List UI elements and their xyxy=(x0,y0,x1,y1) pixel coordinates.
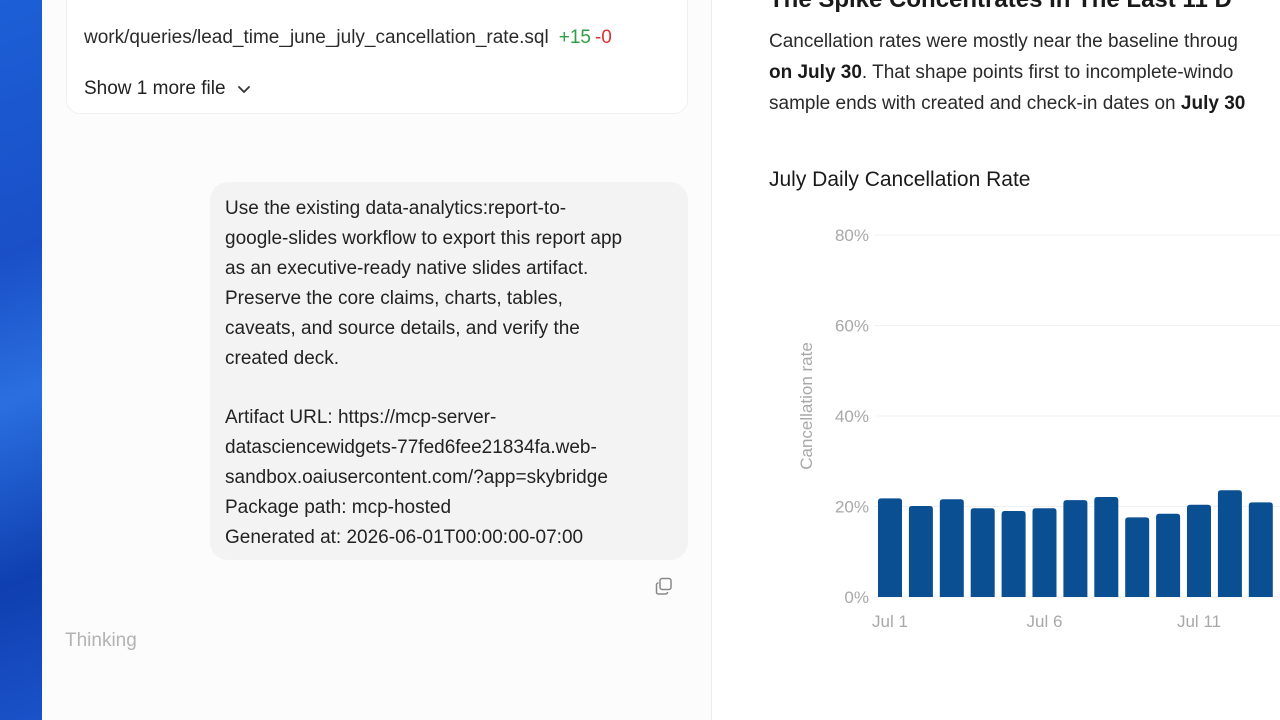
report-paragraph: Cancellation rates were mostly near the … xyxy=(769,26,1280,119)
artifact-url-line: datasciencewidgets-77fed6fee21834fa.web- xyxy=(225,437,597,459)
highlight-date: on July 30 xyxy=(769,62,862,83)
copy-icon[interactable] xyxy=(654,576,674,596)
message-line: google-slides workflow to export this re… xyxy=(225,227,623,249)
highlight-date: July 30 xyxy=(1180,93,1246,114)
deletions-count: -0 xyxy=(594,27,612,48)
message-line: Use the existing data-analytics:report-t… xyxy=(225,198,567,219)
user-message-bubble: Use the existing data-analytics:report-t… xyxy=(210,182,688,560)
generated-at-line: Generated at: 2026-06-01T00:00:00-07:00 xyxy=(225,526,584,548)
thinking-status: Thinking xyxy=(65,630,137,651)
desktop-background xyxy=(0,0,42,720)
paragraph-line: sample ends with created and check-in da… xyxy=(769,88,1280,119)
additions-count: +15 xyxy=(558,27,591,48)
chevron-down-icon xyxy=(237,86,250,93)
bar-jul-2 xyxy=(908,506,933,597)
bar-jul-13 xyxy=(1248,502,1273,597)
y-tick-label: 40% xyxy=(835,407,869,426)
bar-jul-11 xyxy=(1187,504,1211,597)
y-tick-label: 80% xyxy=(835,226,869,245)
message-line: created deck. xyxy=(225,347,340,369)
message-line: Preserve the core claims, charts, tables… xyxy=(225,287,563,309)
bar-jul-5 xyxy=(1001,511,1026,597)
bar-jul-12 xyxy=(1217,490,1242,597)
x-tick-label: Jul 6 xyxy=(1027,612,1063,631)
paragraph-text: sample ends with created and check-in da… xyxy=(769,93,1181,114)
report-pane: The Spike Concentrates In The Last 11 D … xyxy=(712,0,1280,720)
y-axis-label: Cancellation rate xyxy=(797,342,816,470)
show-more-files-button[interactable]: Show 1 more file xyxy=(84,78,252,100)
changed-file-row[interactable]: work/queries/lead_time_june_july_cancell… xyxy=(84,27,612,49)
bar-jul-10 xyxy=(1156,513,1181,597)
bar-jul-3 xyxy=(939,499,964,597)
cancellation-rate-chart: 0% 20% 40% 60% 80% Cancellation rate Jul 1 Jul … xyxy=(797,226,1280,631)
bar-jul-9 xyxy=(1125,517,1150,597)
chart-title: July Daily Cancellation Rate xyxy=(769,168,1031,191)
changed-files-card: work/queries/lead_time_june_july_cancell… xyxy=(66,0,688,114)
section-heading: The Spike Concentrates In The Last 11 D xyxy=(769,0,1232,14)
message-line: caveats, and source details, and verify … xyxy=(225,317,580,339)
chat-pane: work/queries/lead_time_june_july_cancell… xyxy=(42,0,712,720)
y-tick-label: 20% xyxy=(835,498,869,517)
bar-jul-7 xyxy=(1063,500,1088,597)
y-tick-label: 0% xyxy=(844,588,869,607)
y-tick-label: 60% xyxy=(835,317,869,336)
x-tick-label: Jul 1 xyxy=(872,612,908,631)
package-path-line: Package path: mcp-hosted xyxy=(225,497,452,519)
artifact-url-line: sandbox.oaiusercontent.com/?app=skybridg… xyxy=(225,467,608,489)
paragraph-text: . That shape points first to incomplete-… xyxy=(861,62,1234,83)
paragraph-line: Cancellation rates were mostly near the … xyxy=(769,31,1238,52)
paragraph-line: on July 30. That shape points first to i… xyxy=(769,57,1280,88)
artifact-url-line: Artifact URL: https://mcp-server- xyxy=(225,407,497,429)
x-tick-label: Jul 11 xyxy=(1177,612,1221,631)
bar-jul-8 xyxy=(1094,496,1119,597)
bar-jul-4 xyxy=(970,508,995,597)
bar-jul-6 xyxy=(1032,508,1057,597)
show-more-label: Show 1 more file xyxy=(84,78,226,99)
bar-jul-1 xyxy=(878,498,902,597)
file-path: work/queries/lead_time_june_july_cancell… xyxy=(84,27,549,48)
message-line: as an executive-ready native slides arti… xyxy=(225,257,589,279)
